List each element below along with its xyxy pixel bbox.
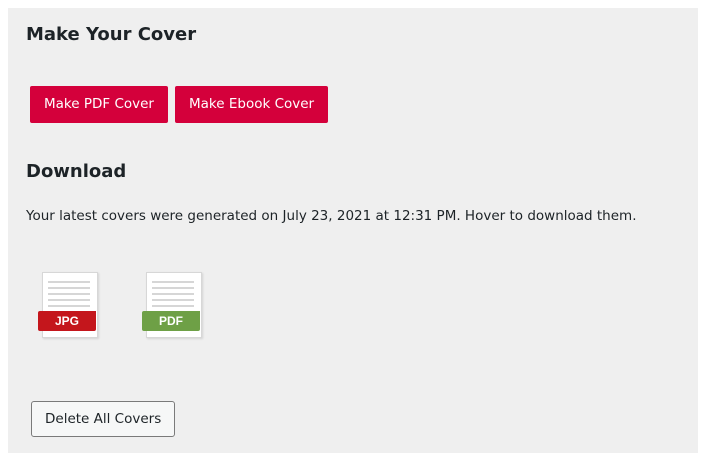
file-line — [152, 299, 194, 301]
download-heading: Download — [26, 161, 127, 182]
file-line — [48, 287, 90, 289]
make-cover-button-row: Make PDF Cover Make Ebook Cover — [30, 86, 329, 123]
file-line — [48, 293, 90, 295]
file-line — [48, 281, 90, 283]
file-line — [48, 299, 90, 301]
make-ebook-cover-button[interactable]: Make Ebook Cover — [174, 86, 329, 123]
make-pdf-cover-button[interactable]: Make PDF Cover — [30, 86, 168, 123]
pdf-file-icon[interactable]: PDF — [142, 272, 204, 338]
download-files: JPG PDF — [38, 272, 204, 338]
jpg-file-label: JPG — [38, 311, 96, 331]
file-line — [152, 287, 194, 289]
cover-panel: Make Your Cover Make PDF Cover Make Eboo… — [8, 8, 698, 453]
download-info-text: Your latest covers were generated on Jul… — [26, 208, 637, 224]
make-cover-heading: Make Your Cover — [26, 24, 197, 45]
jpg-file-icon[interactable]: JPG — [38, 272, 100, 338]
pdf-file-label: PDF — [142, 311, 200, 331]
file-line — [152, 293, 194, 295]
file-line — [48, 305, 90, 307]
file-line — [152, 305, 194, 307]
delete-all-covers-button[interactable]: Delete All Covers — [31, 401, 176, 437]
file-line — [152, 281, 194, 283]
